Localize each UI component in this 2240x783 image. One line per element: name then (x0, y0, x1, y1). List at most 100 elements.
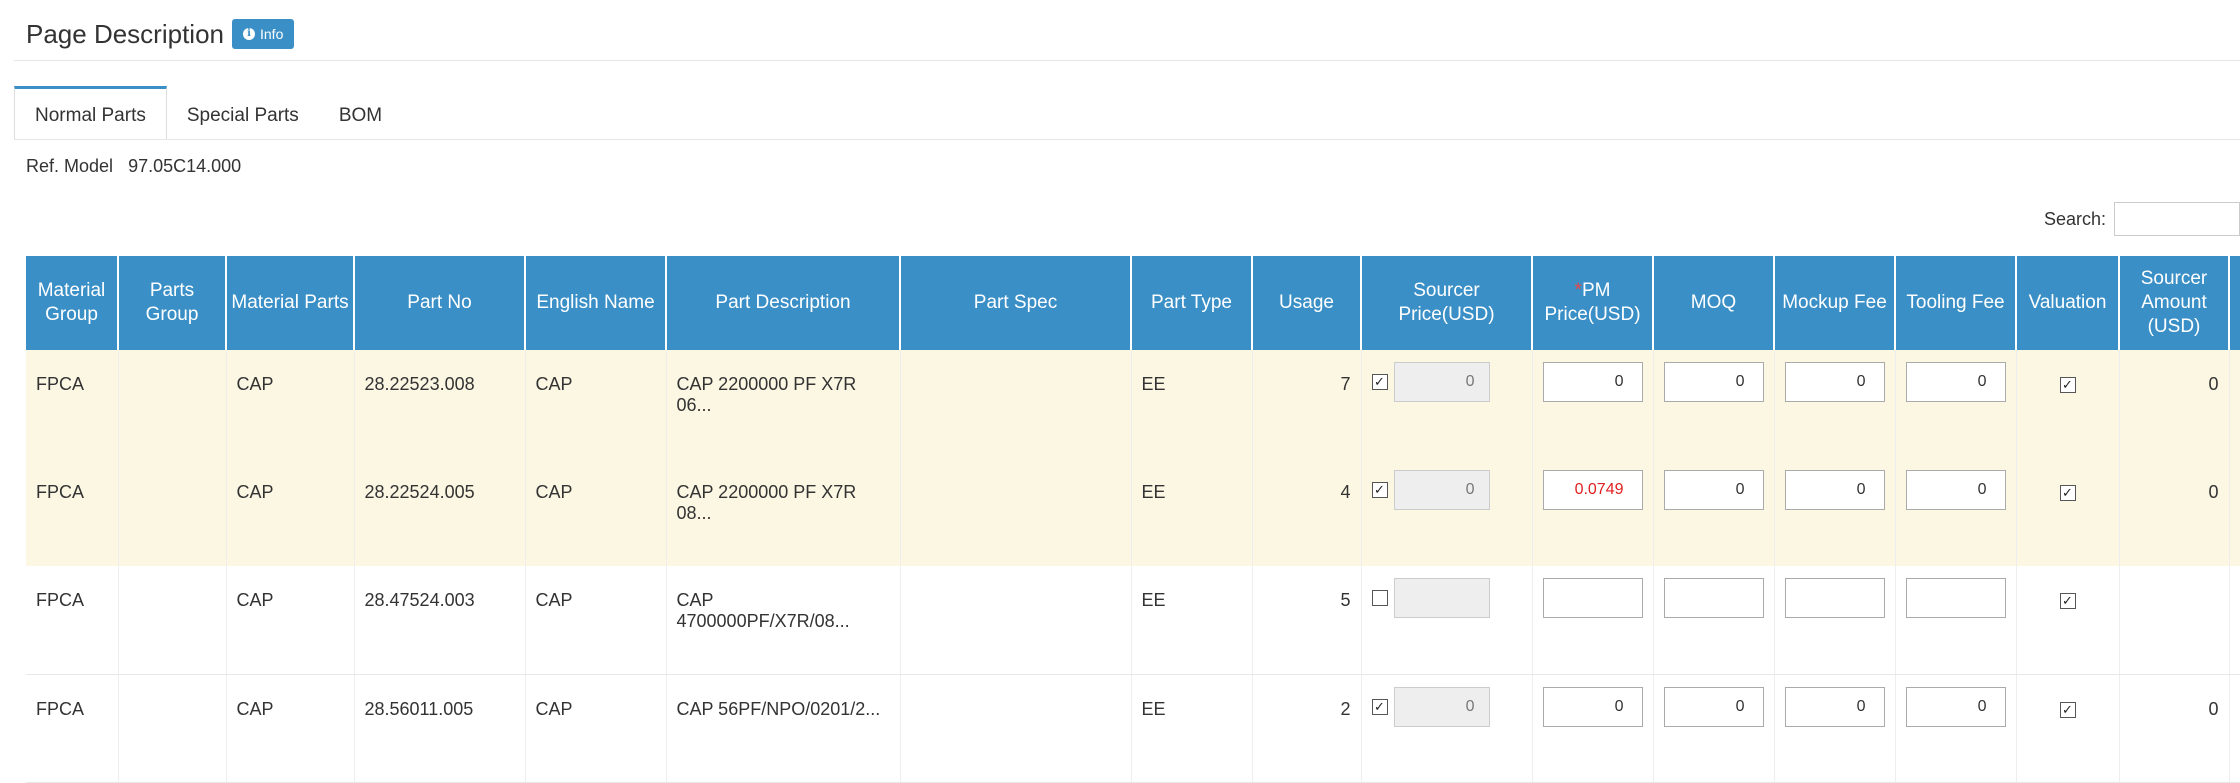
search-label: Search: (2043, 208, 2106, 229)
part-no: 28.47524.003 (354, 566, 526, 675)
part-type: EE (1131, 566, 1253, 675)
valuation-checkbox[interactable]: ✓ (2059, 593, 2076, 610)
parts-group (118, 674, 227, 783)
valuation-checkbox[interactable]: ✓ (2059, 377, 2076, 394)
col-tooling-fee[interactable]: Tooling Fee (1895, 256, 2017, 350)
col-english-name[interactable]: English Name (525, 256, 667, 350)
col-usage[interactable]: Usage (1252, 256, 1362, 350)
pm-price-cell: 0 (1532, 350, 1654, 458)
part-spec (900, 350, 1132, 458)
sourcer-price-checkbox[interactable]: ✓ (1371, 482, 1388, 498)
sourcer-amount: 0 (2119, 350, 2230, 458)
col-part-type[interactable]: Part Type (1131, 256, 1253, 350)
sourcer-price-checkbox[interactable]: ✓ (1371, 698, 1388, 715)
ref-model-value: 97.05C14.000 (128, 156, 242, 176)
part-no: 28.22524.005 (354, 458, 526, 566)
tooling-fee-cell: 0 (1895, 674, 2017, 783)
moq-input[interactable]: 0 (1663, 470, 1764, 510)
material-group: FPCA (26, 566, 119, 675)
tab-special-parts[interactable]: Special Parts (167, 86, 319, 140)
tooling-fee-input[interactable]: 0 (1905, 362, 2006, 402)
table-row[interactable]: FPCA CAP 28.56011.005 CAP CAP 56PF/NPO/0201/… (26, 674, 2240, 783)
moq-input[interactable]: 0 (1663, 362, 1764, 402)
tooling-fee-input[interactable]: 0 (1905, 470, 2006, 510)
moq-input[interactable] (1663, 578, 1764, 618)
pm-price-input[interactable]: 0 (1542, 362, 1643, 402)
part-spec (900, 566, 1132, 675)
tab-bar: Normal Parts Special Parts BOM (14, 86, 402, 140)
mockup-fee-cell: 0 (1774, 350, 1896, 458)
info-button-label: Info (260, 26, 284, 42)
col-sourcer-amount[interactable]: Sourcer Amount (USD) (2119, 256, 2230, 350)
col-valuation[interactable]: Valuation (2016, 256, 2120, 350)
material-parts: CAP (226, 458, 355, 566)
sourcer-price-checkbox[interactable]: ✓ (1371, 374, 1388, 390)
col-material-group[interactable]: Material Group (26, 256, 119, 350)
sourcer-price-cell: ✓ 0 (1361, 674, 1533, 783)
valuation-cell: ✓ (2016, 458, 2120, 566)
mockup-fee-cell: 0 (1774, 674, 1896, 783)
col-moq[interactable]: MOQ (1653, 256, 1775, 350)
search-bar: Search: (2044, 202, 2240, 236)
usage: 4 (1252, 458, 1362, 566)
usage: 2 (1252, 674, 1362, 783)
sourcer-price-cell: ✓ 0 (1361, 350, 1533, 458)
mockup-fee-input[interactable] (1784, 578, 1885, 618)
col-mockup-fee[interactable]: Mockup Fee (1774, 256, 1896, 350)
col-extra (2229, 256, 2240, 350)
table-row[interactable]: FPCA CAP 28.22524.005 CAP CAP 2200000 PF X7R… (26, 458, 2240, 566)
col-parts-group[interactable]: Parts Group (118, 256, 227, 350)
pm-price-cell: 0 (1532, 674, 1654, 783)
tooling-fee-input[interactable] (1905, 578, 2006, 618)
valuation-cell: ✓ (2016, 566, 2120, 675)
pm-price-cell: 0.0749 (1532, 458, 1654, 566)
tab-normal-parts[interactable]: Normal Parts (14, 86, 167, 140)
mockup-fee-input[interactable]: 0 (1784, 362, 1885, 402)
col-pm-price[interactable]: *PM Price(USD) (1532, 256, 1654, 350)
col-material-parts[interactable]: Material Parts (226, 256, 355, 350)
mockup-fee-cell: 0 (1774, 458, 1896, 566)
tooling-fee-cell (1895, 566, 2017, 675)
mockup-fee-cell (1774, 566, 1896, 675)
tooling-fee-cell: 0 (1895, 350, 2017, 458)
material-parts: CAP (226, 674, 355, 783)
material-parts: CAP (226, 350, 355, 458)
mockup-fee-input[interactable]: 0 (1784, 686, 1885, 727)
col-part-no[interactable]: Part No (354, 256, 526, 350)
mockup-fee-input[interactable]: 0 (1784, 470, 1885, 510)
part-spec (900, 674, 1132, 783)
tab-bom[interactable]: BOM (319, 86, 402, 140)
sourcer-amount: 0 (2119, 674, 2230, 783)
extra-cell (2229, 458, 2240, 566)
info-circle-icon: i (243, 28, 255, 40)
valuation-cell: ✓ (2016, 350, 2120, 458)
table-row[interactable]: FPCA CAP 28.22523.008 CAP CAP 2200000 PF X7R… (26, 350, 2240, 458)
extra-cell (2229, 566, 2240, 675)
ref-model-label: Ref. Model (26, 156, 114, 176)
col-part-description[interactable]: Part Description (666, 256, 901, 350)
table-row[interactable]: FPCA CAP 28.47524.003 CAP CAP 4700000PF/X7R/… (26, 566, 2240, 675)
extra-cell (2229, 350, 2240, 458)
valuation-checkbox[interactable]: ✓ (2059, 485, 2076, 502)
moq-input[interactable]: 0 (1663, 686, 1764, 727)
info-button[interactable]: i Info (232, 19, 295, 49)
parts-group (118, 566, 227, 675)
pm-price-input[interactable]: 0 (1542, 686, 1643, 727)
tooling-fee-input[interactable]: 0 (1905, 686, 2006, 727)
material-group: FPCA (26, 674, 119, 783)
sourcer-price-checkbox[interactable] (1371, 590, 1388, 606)
page-header: Page Description i Info (26, 14, 295, 54)
col-sourcer-price[interactable]: Sourcer Price(USD) (1361, 256, 1533, 350)
moq-cell (1653, 566, 1775, 675)
pm-price-input[interactable] (1542, 578, 1643, 618)
valuation-cell: ✓ (2016, 674, 2120, 783)
valuation-checkbox[interactable]: ✓ (2059, 701, 2076, 718)
search-input[interactable] (2114, 202, 2240, 236)
pm-price-input[interactable]: 0.0749 (1542, 470, 1643, 510)
col-pm-price-label: PM Price(USD) (1544, 280, 1641, 325)
part-no: 28.22523.008 (354, 350, 526, 458)
english-name: CAP (525, 674, 667, 783)
col-part-spec[interactable]: Part Spec (900, 256, 1132, 350)
part-type: EE (1131, 674, 1253, 783)
part-description: CAP 4700000PF/X7R/08... (666, 566, 901, 675)
